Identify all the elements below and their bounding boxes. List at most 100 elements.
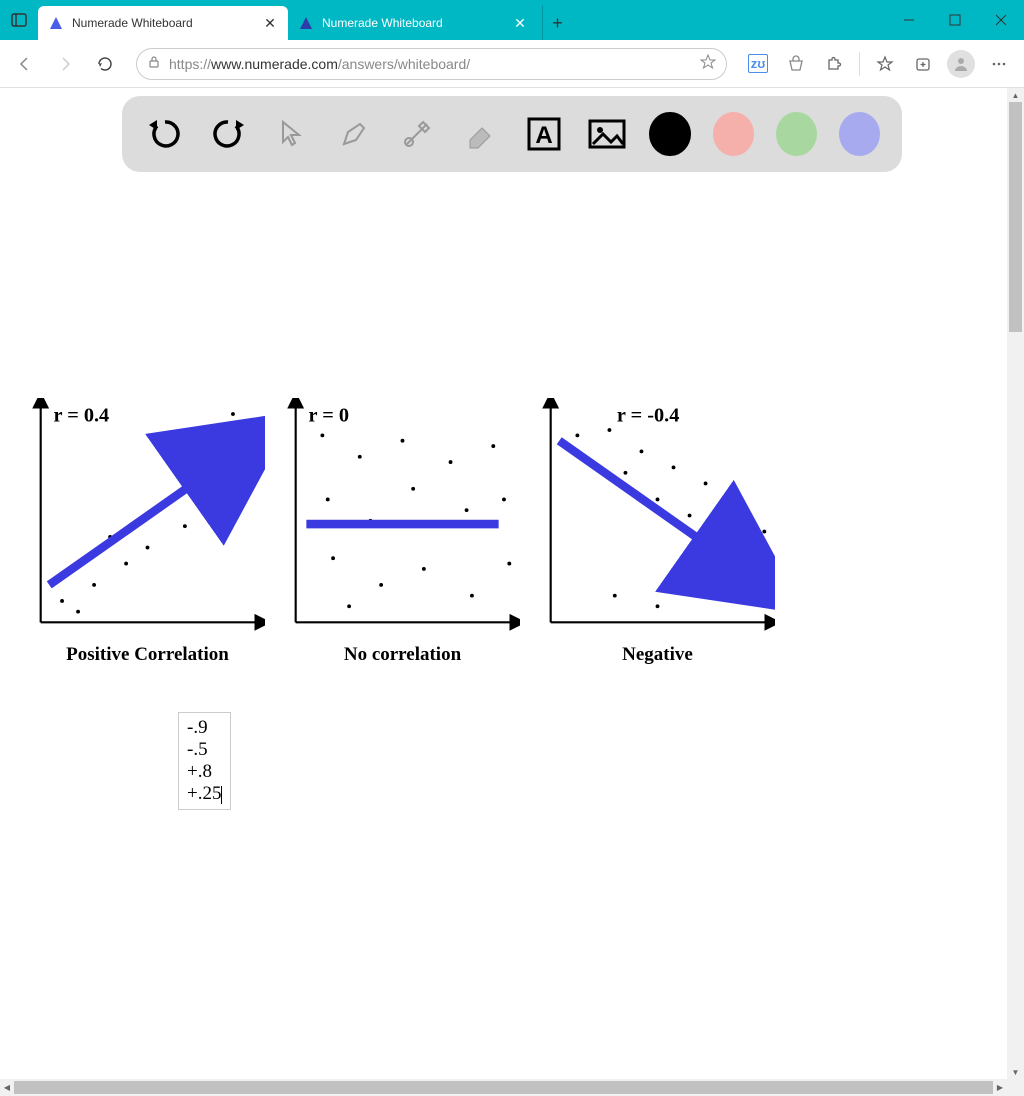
svg-text:A: A	[535, 122, 552, 149]
menu-button[interactable]	[982, 47, 1016, 81]
close-icon	[995, 14, 1007, 26]
eraser-icon	[462, 116, 498, 152]
extensions-button[interactable]	[817, 47, 851, 81]
titlebar-left: Numerade Whiteboard ✕ Numerade Whiteboar…	[0, 0, 572, 40]
window-titlebar: Numerade Whiteboard ✕ Numerade Whiteboar…	[0, 0, 1024, 40]
refresh-icon	[96, 55, 114, 73]
maximize-icon	[949, 14, 961, 26]
chart-none-label: No correlation	[285, 644, 520, 666]
r-label-negative: r = -0.4	[617, 405, 679, 427]
tab-2[interactable]: Numerade Whiteboard ✕	[288, 6, 538, 40]
favorites-button[interactable]	[868, 47, 902, 81]
tab-1-close-button[interactable]: ✕	[262, 15, 278, 31]
tab-actions-button[interactable]	[0, 0, 38, 40]
vertical-scroll-thumb[interactable]	[1009, 102, 1022, 332]
arrow-left-icon	[16, 55, 34, 73]
chart-negative-svg: r = -0.4	[540, 398, 775, 633]
chart-none-svg: r = 0	[285, 398, 520, 633]
chart-positive-svg: r = 0.4	[30, 398, 265, 633]
horizontal-scrollbar[interactable]: ◀ ▶	[0, 1079, 1024, 1096]
eraser-tool[interactable]	[460, 112, 501, 156]
window-controls	[886, 0, 1024, 40]
profile-button[interactable]	[944, 47, 978, 81]
value-row: +.8	[187, 761, 222, 783]
undo-button[interactable]	[144, 112, 185, 156]
favorite-button[interactable]	[700, 54, 716, 73]
dots-icon	[990, 55, 1008, 73]
color-pink[interactable]	[713, 112, 754, 156]
tab-2-close-button[interactable]: ✕	[512, 15, 528, 31]
scroll-left-button[interactable]: ◀	[0, 1079, 14, 1096]
close-window-button[interactable]	[978, 0, 1024, 40]
text-icon: A	[526, 116, 562, 152]
minimize-button[interactable]	[886, 0, 932, 40]
chart-none: r = 0 No correlation	[285, 398, 520, 666]
charts-row: r = 0.4 Positive Correlation r = 0 No co…	[30, 398, 775, 666]
numerade-favicon-icon	[48, 15, 64, 31]
vertical-scrollbar[interactable]: ▲ ▼	[1007, 88, 1024, 1079]
address-bar[interactable]: https://www.numerade.com/answers/whitebo…	[136, 48, 727, 80]
chart-positive-label: Positive Correlation	[30, 644, 265, 666]
shopping-icon	[787, 55, 805, 73]
value-row: -.5	[187, 739, 222, 761]
star-icon	[700, 54, 716, 70]
star-plus-icon	[876, 55, 894, 73]
pointer-icon	[275, 118, 307, 150]
shopping-button[interactable]	[779, 47, 813, 81]
text-tool[interactable]: A	[523, 112, 564, 156]
tab-2-title: Numerade Whiteboard	[322, 16, 512, 30]
numerade-favicon-icon	[298, 15, 314, 31]
redo-icon	[210, 116, 246, 152]
chart-positive: r = 0.4 Positive Correlation	[30, 398, 265, 666]
redo-button[interactable]	[207, 112, 248, 156]
scroll-down-button[interactable]: ▼	[1007, 1065, 1024, 1079]
horizontal-scroll-thumb[interactable]	[14, 1081, 993, 1094]
back-button[interactable]	[8, 47, 42, 81]
url-text: https://www.numerade.com/answers/whitebo…	[169, 56, 700, 72]
collections-button[interactable]	[906, 47, 940, 81]
tab-1-title: Numerade Whiteboard	[72, 16, 262, 30]
wrench-icon	[401, 118, 433, 150]
nav-separator	[859, 52, 860, 76]
image-tool[interactable]	[586, 112, 627, 156]
whiteboard-toolbar: A	[122, 96, 902, 172]
scroll-right-button[interactable]: ▶	[993, 1079, 1007, 1096]
refresh-button[interactable]	[88, 47, 122, 81]
content-area: A r = 0.4 Positive Correlation	[0, 88, 1024, 1096]
scroll-up-button[interactable]: ▲	[1007, 88, 1024, 102]
r-label-positive: r = 0.4	[54, 405, 110, 427]
forward-button[interactable]	[48, 47, 82, 81]
translate-icon: ᴢʊ	[748, 54, 769, 73]
tab-strip: Numerade Whiteboard ✕ Numerade Whiteboar…	[38, 0, 572, 40]
image-icon	[587, 116, 627, 152]
color-green[interactable]	[776, 112, 817, 156]
pen-tool[interactable]	[334, 112, 375, 156]
r-label-none: r = 0	[309, 405, 349, 427]
pen-icon	[338, 118, 370, 150]
color-purple[interactable]	[839, 112, 880, 156]
collections-icon	[914, 55, 932, 73]
undo-icon	[147, 116, 183, 152]
lock-icon	[147, 55, 161, 72]
pointer-tool[interactable]	[270, 112, 311, 156]
tab-actions-icon	[11, 12, 27, 28]
maximize-button[interactable]	[932, 0, 978, 40]
value-row: -.9	[187, 717, 222, 739]
text-cursor	[221, 786, 222, 804]
arrow-right-icon	[56, 55, 74, 73]
new-tab-button[interactable]: +	[542, 6, 572, 40]
nav-actions: ᴢʊ	[741, 47, 1016, 81]
avatar-icon	[947, 50, 975, 78]
color-black[interactable]	[649, 112, 690, 156]
tools-tool[interactable]	[397, 112, 438, 156]
tab-1[interactable]: Numerade Whiteboard ✕	[38, 6, 288, 40]
minimize-icon	[903, 14, 915, 26]
chart-negative: r = -0.4 Negative	[540, 398, 775, 666]
chart-negative-label: Negative	[540, 644, 775, 666]
whiteboard-page[interactable]: A r = 0.4 Positive Correlation	[0, 88, 1007, 1079]
value-row: +.25	[187, 783, 222, 805]
browser-navbar: https://www.numerade.com/answers/whitebo…	[0, 40, 1024, 88]
translate-button[interactable]: ᴢʊ	[741, 47, 775, 81]
puzzle-icon	[825, 55, 843, 73]
values-textbox[interactable]: -.9 -.5 +.8 +.25	[178, 712, 231, 810]
